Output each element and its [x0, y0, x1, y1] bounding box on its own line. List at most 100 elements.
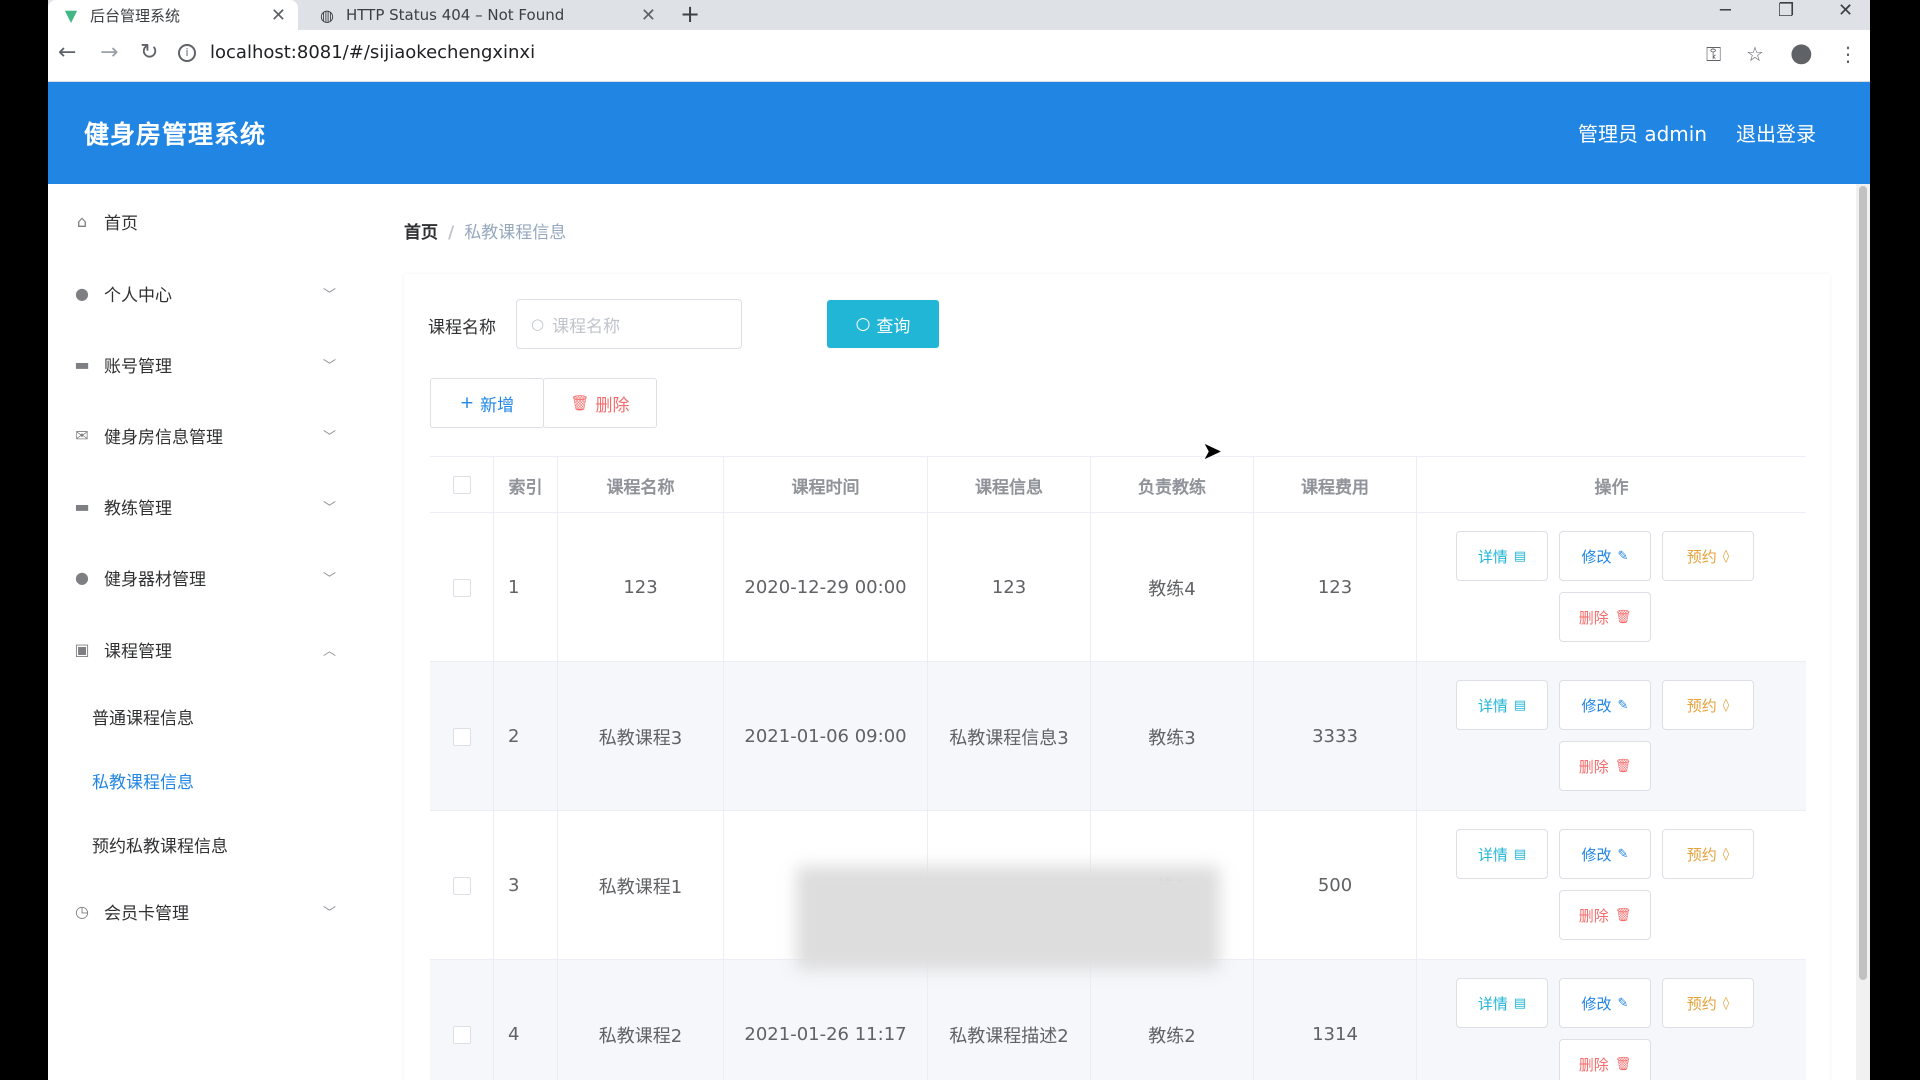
clipboard-icon: ▣	[74, 639, 90, 659]
logout-link[interactable]: 退出登录	[1736, 118, 1816, 147]
new-tab-icon[interactable]: +	[680, 0, 700, 28]
sidebar-subitem-private-courses[interactable]: 私教课程信息	[92, 768, 194, 793]
bell-icon: ◊	[1722, 995, 1730, 1011]
detail-button[interactable]: 详情 ▤	[1456, 829, 1548, 879]
back-icon[interactable]: ←	[58, 40, 76, 65]
page-scrollbar[interactable]	[1856, 184, 1870, 1080]
breadcrumb: 首页 / 私教课程信息	[404, 218, 566, 243]
sidebar-item-home[interactable]: ⌂ 首页	[48, 191, 358, 251]
breadcrumb-home[interactable]: 首页	[404, 223, 438, 243]
row-checkbox[interactable]	[452, 727, 471, 746]
row-select-cell	[430, 662, 494, 811]
edit-button[interactable]: 修改 ✎	[1559, 531, 1651, 581]
add-button-label: 新增	[480, 395, 515, 416]
chevron-down-icon: ﹀	[322, 358, 336, 374]
address-bar[interactable]: i localhost:8081/#/sijiaokechengxinxi	[178, 38, 535, 68]
cell-coach: 教练3	[1091, 662, 1254, 811]
tab-bar: ▼ 后台管理系统 ✕ ◍ HTTP Status 404 – Not Found…	[48, 0, 1870, 30]
edit-button[interactable]: 修改 ✎	[1559, 829, 1651, 879]
chevron-down-icon: ﹀	[322, 429, 336, 445]
column-header: 课程名称	[558, 457, 724, 513]
star-icon[interactable]: ☆	[1746, 42, 1764, 66]
document-icon: ▤	[1513, 548, 1527, 564]
breadcrumb-separator: /	[448, 223, 455, 243]
row-select-cell	[430, 811, 494, 960]
book-button[interactable]: 预约 ◊	[1662, 680, 1754, 730]
sidebar-subitem-normal-courses[interactable]: 普通课程信息	[92, 704, 194, 729]
detail-button[interactable]: 详情 ▤	[1456, 680, 1548, 730]
reload-icon[interactable]: ↻	[140, 40, 158, 65]
cell-time: 2020-12-29 00:00	[724, 513, 928, 662]
sidebar-item-personal[interactable]: ● 个人中心 ﹀	[48, 263, 358, 323]
sidebar-subitem-booked-courses[interactable]: 预约私教课程信息	[92, 832, 228, 857]
delete-button[interactable]: 删除 🗑	[1559, 741, 1651, 791]
delete-button[interactable]: 删除 🗑	[1559, 1039, 1651, 1080]
sidebar-item-member-cards[interactable]: ◷ 会员卡管理 ﹀	[48, 881, 358, 941]
book-button[interactable]: 预约 ◊	[1662, 531, 1754, 581]
app-header: 健身房管理系统 管理员 admin 退出登录	[48, 82, 1870, 184]
close-icon[interactable]: ✕	[271, 5, 286, 26]
book-button[interactable]: 预约 ◊	[1662, 829, 1754, 879]
sidebar-item-coaches[interactable]: ▬ 教练管理 ﹀	[48, 476, 358, 536]
column-header: 课程费用	[1254, 457, 1417, 513]
detail-button[interactable]: 详情 ▤	[1456, 978, 1548, 1028]
close-icon[interactable]: ✕	[641, 5, 656, 26]
chevron-down-icon: ﹀	[322, 905, 336, 921]
profile-icon[interactable]: ●	[1790, 38, 1813, 68]
trash-icon: 🗑	[1614, 609, 1632, 625]
search-icon: ○	[531, 315, 545, 333]
tab-admin[interactable]: ▼ 后台管理系统 ✕	[48, 0, 298, 30]
close-window-icon[interactable]: ✕	[1838, 0, 1853, 22]
forward-icon[interactable]: →	[100, 40, 118, 65]
book-button[interactable]: 预约 ◊	[1662, 978, 1754, 1028]
bell-icon: ◊	[1722, 846, 1730, 862]
url-text: localhost:8081/#/sijiaokechengxinxi	[210, 42, 536, 63]
select-all-checkbox[interactable]	[452, 476, 471, 494]
row-checkbox[interactable]	[452, 1025, 471, 1044]
cell-coach: 教练4	[1091, 513, 1254, 662]
sidebar-item-gym-info[interactable]: ✉ 健身房信息管理 ﹀	[48, 405, 358, 465]
delete-button[interactable]: 删除 🗑	[1559, 890, 1651, 940]
tab-404[interactable]: ◍ HTTP Status 404 – Not Found ✕	[304, 0, 668, 30]
clock-icon: ◷	[75, 901, 89, 921]
info-icon[interactable]: i	[178, 44, 196, 62]
scrollbar-thumb[interactable]	[1859, 186, 1867, 980]
edit-button[interactable]: 修改 ✎	[1559, 978, 1651, 1028]
search-button[interactable]: ○ 查询	[827, 300, 939, 348]
row-checkbox[interactable]	[452, 578, 471, 597]
document-icon: ▤	[1513, 846, 1527, 862]
user-icon: ●	[75, 283, 89, 303]
detail-label: 详情	[1477, 994, 1508, 1013]
book-label: 预约	[1686, 547, 1717, 566]
add-button[interactable]: + 新增	[430, 378, 544, 428]
search-input[interactable]: ○ 课程名称	[516, 299, 742, 349]
row-checkbox[interactable]	[452, 876, 471, 895]
restore-icon[interactable]: ❐	[1778, 0, 1794, 22]
cell-name: 私教课程1	[558, 811, 724, 960]
book-label: 预约	[1686, 696, 1717, 715]
key-icon[interactable]: ⚿	[1706, 42, 1721, 66]
pencil-icon: ✎	[1617, 697, 1629, 713]
bell-icon: ◊	[1722, 697, 1730, 713]
column-header: 负责教练	[1091, 457, 1254, 513]
menu-icon[interactable]: ⋮	[1838, 42, 1858, 66]
sidebar-item-equipment[interactable]: ● 健身器材管理 ﹀	[48, 547, 358, 607]
user-icon: ●	[75, 567, 89, 587]
batch-delete-button[interactable]: 🗑 删除	[543, 378, 657, 428]
cell-fee: 1314	[1254, 960, 1417, 1080]
minimize-icon[interactable]: ─	[1720, 0, 1731, 22]
courses-table: 索引 课程名称 课程时间 课程信息 负责教练 课程费用 操作 1 123 202…	[430, 456, 1806, 1080]
sidebar-item-label: 教练管理	[104, 498, 172, 519]
edit-button[interactable]: 修改 ✎	[1559, 680, 1651, 730]
sidebar-item-accounts[interactable]: ▬ 账号管理 ﹀	[48, 334, 358, 394]
browser-window: ▼ 后台管理系统 ✕ ◍ HTTP Status 404 – Not Found…	[48, 0, 1870, 1080]
sidebar-item-label: 账号管理	[104, 356, 172, 377]
row-select-cell	[430, 513, 494, 662]
detail-button[interactable]: 详情 ▤	[1456, 531, 1548, 581]
tab-title: 后台管理系统	[90, 6, 181, 25]
cell-index: 4	[494, 960, 558, 1080]
sidebar-item-courses[interactable]: ▣ 课程管理 ︿	[48, 619, 358, 679]
mouse-cursor-icon: ➤	[1202, 437, 1223, 465]
delete-button[interactable]: 删除 🗑	[1559, 592, 1651, 642]
pencil-icon: ✎	[1617, 846, 1629, 862]
